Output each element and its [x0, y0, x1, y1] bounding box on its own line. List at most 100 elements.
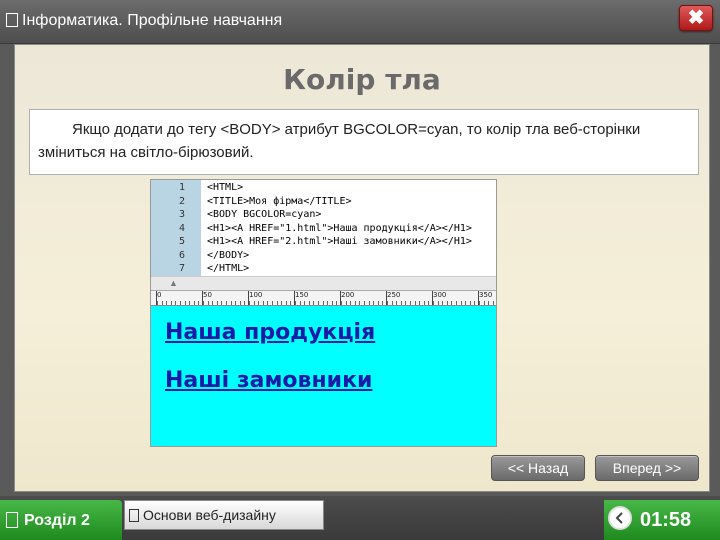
- ruler-minor-tick: [327, 301, 329, 305]
- ruler-tick-label: 300: [431, 291, 447, 305]
- ruler-minor-tick: [235, 301, 237, 305]
- ruler-tick-label: 250: [385, 291, 401, 305]
- slide-text: Якщо додати до тегу <BODY> атрибут BGCOL…: [38, 121, 641, 161]
- ruler-tick-label: 0: [155, 291, 162, 305]
- ruler-minor-tick: [400, 301, 402, 305]
- slide-content: Колір тла Якщо додати до тегу <BODY> атр…: [14, 44, 710, 492]
- ruler-minor-tick: [212, 301, 214, 305]
- ruler-minor-tick: [460, 301, 462, 305]
- ruler-minor-tick: [253, 301, 255, 305]
- ruler-minor-tick: [258, 301, 260, 305]
- ruler-minor-tick: [428, 301, 430, 305]
- ruler-minor-tick: [492, 301, 494, 305]
- ruler-minor-tick: [414, 301, 416, 305]
- ruler-minor-tick: [382, 301, 384, 305]
- ruler-minor-tick: [410, 301, 411, 305]
- ruler-minor-tick: [308, 301, 310, 305]
- ruler-minor-tick: [184, 301, 186, 305]
- ruler-minor-tick: [391, 301, 393, 305]
- ruler-minor-tick: [336, 301, 338, 305]
- ruler-minor-tick: [465, 301, 467, 305]
- book-icon: [129, 509, 139, 522]
- code-line: <HTML>: [207, 182, 244, 193]
- pixel-ruler: 0 50 100 150 200 250 300 350: [151, 290, 496, 306]
- topic-label: Основи веб-дизайну: [143, 507, 276, 523]
- next-button[interactable]: Вперед >>: [595, 455, 699, 481]
- ruler-minor-tick: [262, 301, 264, 305]
- ruler-minor-tick: [437, 301, 439, 305]
- ruler-minor-tick: [166, 301, 168, 305]
- scroll-arrow-icon: ▲: [169, 278, 178, 288]
- ruler-minor-tick: [405, 301, 407, 305]
- line-number: 7: [178, 263, 185, 274]
- ruler-minor-tick: [244, 301, 246, 305]
- ruler-tick-label: 100: [247, 291, 263, 305]
- slide-textbox: Якщо додати до тегу <BODY> атрибут BGCOL…: [29, 109, 699, 175]
- ruler-minor-tick: [423, 301, 425, 305]
- browser-preview: Наша продукція Наші замовники: [151, 306, 496, 446]
- ruler-minor-tick: [364, 301, 365, 305]
- window-title: Інформатика. Профільне навчання: [6, 12, 282, 30]
- ruler-minor-tick: [387, 301, 388, 305]
- ruler-minor-tick: [193, 301, 195, 305]
- ruler-minor-tick: [267, 301, 269, 305]
- timer-text: 01:58: [640, 509, 692, 531]
- ruler-minor-tick: [276, 301, 278, 305]
- code-line: <H1><A HREF="2.html">Наші замовники</A><…: [207, 236, 472, 247]
- ruler-minor-tick: [281, 301, 283, 305]
- editor-scroll-row: ▲: [151, 276, 496, 290]
- bottom-bar: Розділ 2 Основи веб-дизайну 01:58: [0, 496, 720, 540]
- ruler-minor-tick: [359, 301, 361, 305]
- app-window: Інформатика. Профільне навчання ✖ Колір …: [0, 0, 720, 540]
- ruler-minor-tick: [272, 301, 273, 305]
- ruler-minor-tick: [239, 301, 241, 305]
- ruler-minor-tick: [368, 301, 370, 305]
- section-tab[interactable]: Розділ 2: [0, 500, 122, 540]
- ruler-minor-tick: [170, 301, 172, 305]
- ruler-minor-tick: [226, 301, 227, 305]
- window-title-text: Інформатика. Профільне навчання: [22, 12, 283, 29]
- ruler-minor-tick: [203, 301, 204, 305]
- ruler-minor-tick: [354, 301, 356, 305]
- code-line: <BODY BGCOLOR=cyan>: [207, 209, 322, 220]
- ruler-minor-tick: [377, 301, 379, 305]
- code-line: <H1><A HREF="1.html">Наша продукція</A><…: [207, 222, 472, 234]
- line-number: 3: [178, 209, 185, 220]
- link-customers[interactable]: Наші замовники: [165, 368, 372, 393]
- title-bar: Інформатика. Профільне навчання ✖: [0, 0, 720, 44]
- line-number: 6: [178, 249, 185, 261]
- back-button[interactable]: << Назад: [491, 455, 585, 481]
- ruler-minor-tick: [249, 301, 250, 305]
- code-line: <TITLE>Моя фірма</TITLE>: [207, 195, 352, 207]
- section-label: Розділ 2: [24, 512, 90, 529]
- ruler-minor-tick: [456, 301, 457, 305]
- clock-icon: [608, 506, 632, 530]
- timer-box: 01:58: [604, 500, 720, 540]
- link-products[interactable]: Наша продукція: [165, 320, 375, 345]
- line-number: 2: [178, 195, 185, 207]
- close-button[interactable]: ✖: [679, 5, 713, 31]
- ruler-minor-tick: [345, 301, 347, 305]
- ruler-minor-tick: [161, 301, 163, 305]
- book-icon: [6, 13, 18, 27]
- ruler-minor-tick: [331, 301, 333, 305]
- ruler-minor-tick: [230, 301, 232, 305]
- ruler-minor-tick: [419, 301, 421, 305]
- ruler-minor-tick: [469, 301, 471, 305]
- ruler-minor-tick: [295, 301, 296, 305]
- ruler-minor-tick: [318, 301, 319, 305]
- slide-title: Колір тла: [283, 63, 441, 96]
- ruler-minor-tick: [207, 301, 209, 305]
- line-number: 4: [178, 222, 185, 234]
- ruler-minor-tick: [290, 301, 292, 305]
- book-icon: [6, 512, 18, 528]
- line-number: 1: [178, 182, 185, 193]
- ruler-minor-tick: [341, 301, 342, 305]
- ruler-minor-tick: [446, 301, 448, 305]
- topic-tab[interactable]: Основи веб-дизайну: [124, 500, 324, 530]
- code-editor: 1 <HTML> 2 <TITLE>Моя фірма</TITLE> 3 <BODY B…: [151, 180, 496, 290]
- ruler-minor-tick: [396, 301, 398, 305]
- ruler-minor-tick: [483, 301, 485, 305]
- ruler-tick-label: 200: [339, 291, 355, 305]
- line-number: 5: [178, 236, 185, 247]
